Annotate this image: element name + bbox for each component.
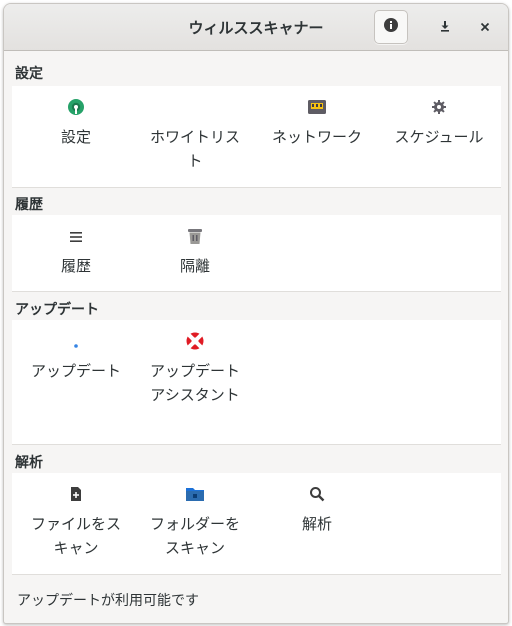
history-panel: 履歴 隔離 — [12, 215, 501, 292]
tile-scan-folder[interactable]: フォルダーを スキャン — [136, 487, 254, 560]
tile-whitelist[interactable]: ホワイトリス ト — [136, 100, 254, 173]
section-title-update: アップデート — [15, 302, 99, 318]
tile-label: 履歴 — [60, 257, 91, 275]
tile-schedule[interactable]: スケジュール — [380, 100, 498, 149]
section-title-analysis: 解析 — [15, 455, 43, 471]
section-title-history: 履歴 — [15, 197, 43, 213]
file-add-icon — [69, 486, 83, 506]
tile-settings[interactable]: 設定 — [17, 98, 135, 149]
status-text: アップデートが利用可能です — [17, 593, 199, 609]
tile-history[interactable]: 履歴 — [17, 229, 135, 278]
network-icon — [307, 98, 327, 120]
tile-label: スケジュール — [394, 128, 484, 146]
info-icon — [383, 17, 399, 37]
schedule-gear-icon — [431, 99, 447, 119]
minimize-button[interactable] — [429, 10, 461, 42]
main-window: ウィルススキャナー 設定 設定 ホワイトリス ト ネットワーク スケジュール 履… — [3, 3, 509, 624]
tile-scan-file[interactable]: ファイルをス キャン — [17, 487, 135, 560]
tile-label: ファイルをス キャン — [30, 515, 121, 557]
update-dot-icon — [73, 334, 79, 353]
tile-label: 隔離 — [179, 257, 210, 275]
header-bar: ウィルススキャナー — [4, 4, 508, 51]
lifebuoy-icon — [185, 331, 205, 355]
analysis-panel: ファイルをス キャン フォルダーを スキャン 解析 — [12, 473, 501, 575]
folder-icon — [185, 485, 205, 507]
tile-label: 設定 — [60, 128, 91, 146]
list-icon — [69, 229, 83, 248]
download-icon — [439, 17, 451, 36]
section-title-settings: 設定 — [15, 66, 43, 82]
close-button[interactable] — [469, 10, 501, 42]
tile-label: アップデート — [30, 362, 121, 380]
settings-panel: 設定 ホワイトリス ト ネットワーク スケジュール — [12, 86, 501, 188]
tile-quarantine[interactable]: 隔離 — [136, 229, 254, 278]
tile-update[interactable]: アップデート — [17, 334, 135, 383]
tile-label: フォルダーを スキャン — [149, 515, 240, 557]
whitelist-icon — [186, 98, 204, 120]
search-icon — [309, 486, 325, 506]
tile-label: ネットワーク — [271, 128, 362, 146]
info-button[interactable] — [374, 10, 408, 44]
tile-update-assistant[interactable]: アップデート アシスタント — [136, 331, 254, 407]
update-panel: アップデート アップデート アシスタント — [12, 320, 501, 445]
tile-label: 解析 — [301, 515, 332, 533]
tile-network[interactable]: ネットワーク — [258, 100, 376, 149]
trash-icon — [186, 227, 204, 249]
tile-analyze[interactable]: 解析 — [258, 487, 376, 536]
tile-label: アップデート アシスタント — [149, 362, 240, 404]
close-icon — [480, 17, 490, 36]
tile-label: ホワイトリス ト — [149, 128, 240, 170]
settings-app-icon — [67, 98, 85, 120]
